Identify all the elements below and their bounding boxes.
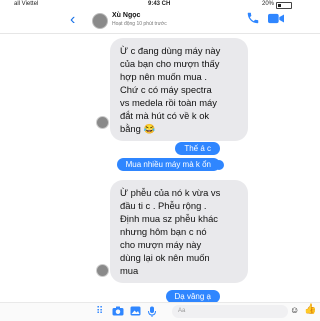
chat-header: ‹ Xù Ngọc Hoạt động 10 phút trước [0, 9, 320, 34]
outgoing-message[interactable]: Mua nhiều máy mà k ổn [116, 158, 220, 171]
sender-avatar[interactable] [96, 116, 109, 129]
carrier-label: all Viettel [14, 1, 39, 7]
clock: 9:43 CH [148, 1, 171, 7]
battery-icon [276, 2, 292, 9]
battery-percent: 20% [262, 1, 275, 7]
avatar[interactable] [92, 13, 108, 29]
incoming-message[interactable]: Ừ phễu của nó k vừa vs đầu ti c . Phễu r… [110, 180, 248, 283]
apps-grid-icon[interactable]: ⠿ [96, 306, 103, 317]
emoji-icon[interactable]: ☺ [290, 305, 299, 315]
seen-indicator-icon [214, 160, 224, 170]
back-chevron-icon[interactable]: ‹ [70, 12, 75, 28]
composer-bar: ⠿ Aa ☺ 👍 [0, 302, 320, 321]
contact-name[interactable]: Xù Ngọc [112, 12, 140, 19]
status-bar: all Viettel 9:43 CH 20% [0, 0, 320, 9]
microphone-icon[interactable] [148, 306, 156, 317]
camera-icon[interactable] [112, 306, 124, 316]
like-thumb-icon[interactable]: 👍 [304, 304, 316, 315]
message-input[interactable]: Aa [172, 305, 288, 318]
outgoing-message[interactable]: Thế á c [175, 142, 220, 155]
phone-icon[interactable] [246, 11, 260, 25]
image-icon[interactable] [130, 306, 141, 316]
presence-status: Hoạt động 10 phút trước [112, 21, 167, 27]
video-call-icon[interactable] [268, 13, 284, 24]
incoming-message[interactable]: Ừ c đang dùng máy này của bạn cho mượn t… [110, 38, 248, 141]
sender-avatar[interactable] [96, 264, 109, 277]
